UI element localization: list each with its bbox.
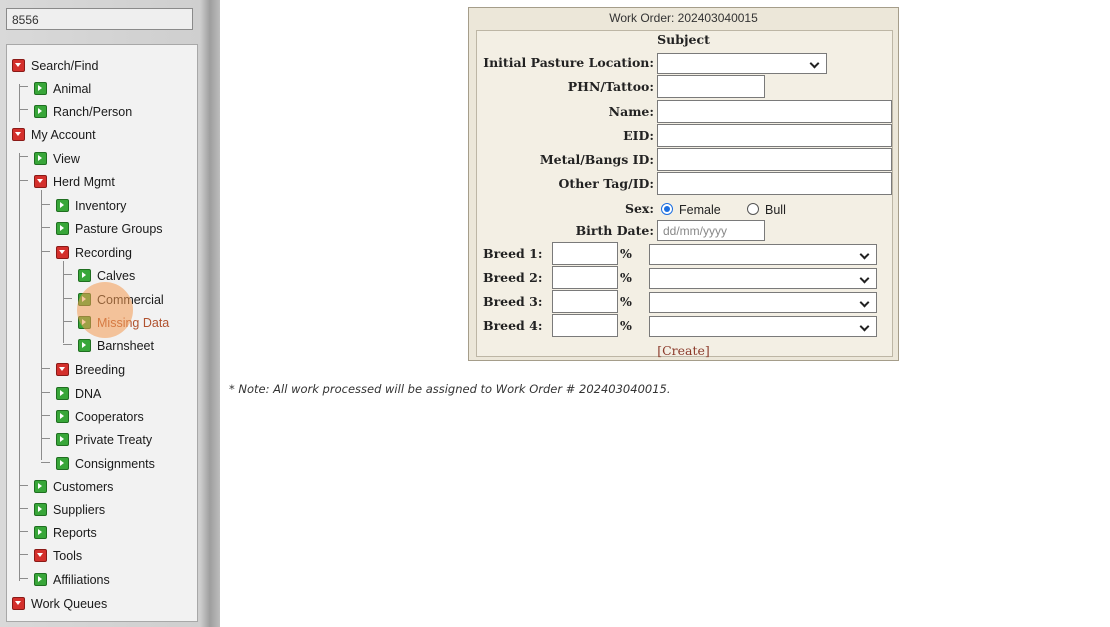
sidebar-item-view[interactable]: View <box>34 147 80 170</box>
expand-icon[interactable] <box>56 387 69 400</box>
sidebar-item-pasture-groups[interactable]: Pasture Groups <box>56 217 163 240</box>
breed-3-pct-sign: % <box>620 294 632 309</box>
pasture-location-select[interactable] <box>657 53 827 74</box>
sex-bull-radio[interactable] <box>747 203 759 215</box>
expand-icon[interactable] <box>56 199 69 212</box>
sidebar-item-private-treaty[interactable]: Private Treaty <box>56 428 152 451</box>
breed-4-pct-sign: % <box>620 318 632 333</box>
breed-2-pct-input[interactable] <box>552 266 618 289</box>
collapse-icon[interactable] <box>56 246 69 259</box>
collapse-icon[interactable] <box>12 59 25 72</box>
expand-icon[interactable] <box>56 410 69 423</box>
work-order-header: Work Order: 202403040015 <box>609 11 758 25</box>
eid-label: EID: <box>623 128 654 143</box>
sidebar-item-suppliers[interactable]: Suppliers <box>34 498 105 521</box>
sidebar-item-ranch-person[interactable]: Ranch/Person <box>34 100 132 123</box>
birth-date-label: Birth Date: <box>575 223 654 238</box>
metal-label: Metal/Bangs ID: <box>539 152 654 167</box>
sidebar-item-breeding[interactable]: Breeding <box>56 358 125 381</box>
sidebar-item-search-find[interactable]: Search/Find <box>12 54 98 77</box>
eid-input[interactable] <box>657 124 892 147</box>
breed-4-label: Breed 4: <box>483 318 543 333</box>
sidebar-item-dna[interactable]: DNA <box>56 382 101 405</box>
collapse-icon[interactable] <box>34 175 47 188</box>
expand-icon[interactable] <box>34 573 47 586</box>
sidebar-item-cooperators[interactable]: Cooperators <box>56 405 144 428</box>
sidebar-item-inventory[interactable]: Inventory <box>56 194 126 217</box>
expand-icon[interactable] <box>78 339 91 352</box>
expand-icon[interactable] <box>34 105 47 118</box>
breed-3-pct-input[interactable] <box>552 290 618 313</box>
breed-1-label: Breed 1: <box>483 246 543 261</box>
sidebar-item-consignments[interactable]: Consignments <box>56 452 155 475</box>
collapse-icon[interactable] <box>34 549 47 562</box>
work-order-note: * Note: All work processed will be assig… <box>229 382 671 396</box>
expand-icon[interactable] <box>34 82 47 95</box>
create-link[interactable]: Create <box>662 343 705 358</box>
sex-bull-label: Bull <box>765 203 786 217</box>
expand-icon[interactable] <box>56 457 69 470</box>
sex-female-label: Female <box>679 203 721 217</box>
other-tag-input[interactable] <box>657 172 892 195</box>
sex-female-radio[interactable] <box>661 203 673 215</box>
sidebar-item-reports[interactable]: Reports <box>34 521 97 544</box>
other-tag-label: Other Tag/ID: <box>558 176 654 191</box>
phn-tattoo-input[interactable] <box>657 75 765 98</box>
section-title: Subject <box>657 32 710 47</box>
breed-4-pct-input[interactable] <box>552 314 618 337</box>
collapse-icon[interactable] <box>12 597 25 610</box>
click-highlight <box>77 282 133 338</box>
sidebar-item-herd-mgmt[interactable]: Herd Mgmt <box>34 170 115 193</box>
breed-2-select[interactable] <box>649 268 877 289</box>
collapse-icon[interactable] <box>56 363 69 376</box>
breed-4-select[interactable] <box>649 316 877 337</box>
sidebar-item-my-account[interactable]: My Account <box>12 123 96 146</box>
expand-icon[interactable] <box>56 433 69 446</box>
search-input[interactable]: 8556 <box>6 8 193 30</box>
phn-label: PHN/Tattoo: <box>567 79 654 94</box>
pasture-label: Initial Pasture Location: <box>483 55 654 70</box>
birth-date-input[interactable]: dd/mm/yyyy <box>657 220 765 241</box>
expand-icon[interactable] <box>34 526 47 539</box>
expand-icon[interactable] <box>56 222 69 235</box>
sidebar-item-barnsheet[interactable]: Barnsheet <box>78 334 154 357</box>
breed-1-pct-input[interactable] <box>552 242 618 265</box>
sidebar-item-customers[interactable]: Customers <box>34 475 113 498</box>
sidebar: 8556 Search/Find Animal Ranch/Person My … <box>0 0 220 627</box>
metal-bangs-input[interactable] <box>657 148 892 171</box>
breed-3-label: Breed 3: <box>483 294 543 309</box>
sidebar-item-tools[interactable]: Tools <box>34 544 82 567</box>
breed-2-pct-sign: % <box>620 270 632 285</box>
sidebar-item-work-queues[interactable]: Work Queues <box>12 592 107 615</box>
breed-1-pct-sign: % <box>620 246 632 261</box>
breed-3-select[interactable] <box>649 292 877 313</box>
name-input[interactable] <box>657 100 892 123</box>
expand-icon[interactable] <box>34 480 47 493</box>
create-row: [Create] <box>657 343 710 358</box>
breed-1-select[interactable] <box>649 244 877 265</box>
expand-icon[interactable] <box>34 503 47 516</box>
collapse-icon[interactable] <box>12 128 25 141</box>
expand-icon[interactable] <box>78 269 91 282</box>
sex-label: Sex: <box>624 201 654 216</box>
name-label: Name: <box>608 104 654 119</box>
sidebar-item-affiliations[interactable]: Affiliations <box>34 568 110 591</box>
expand-icon[interactable] <box>34 152 47 165</box>
breed-2-label: Breed 2: <box>483 270 543 285</box>
sidebar-item-animal[interactable]: Animal <box>34 77 91 100</box>
work-order-form: Work Order: 202403040015 Subject Initial… <box>468 7 899 361</box>
sidebar-item-recording[interactable]: Recording <box>56 241 132 264</box>
